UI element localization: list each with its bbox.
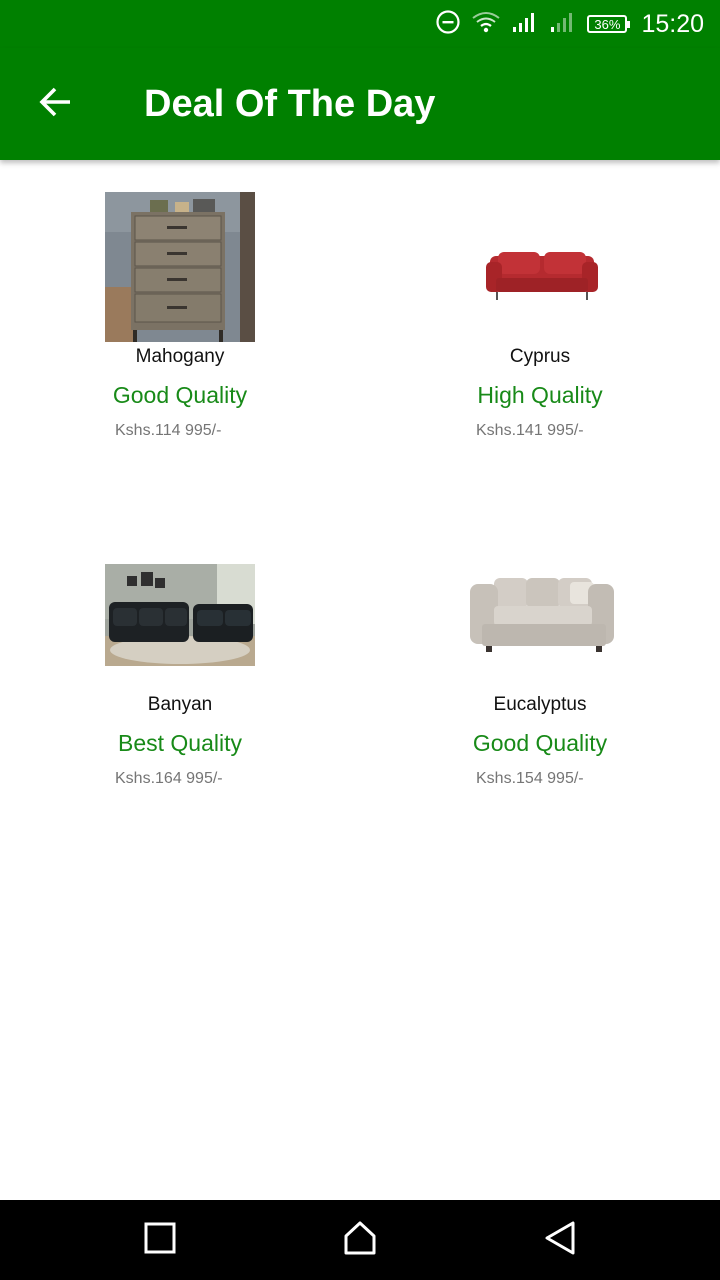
back-arrow-icon	[38, 84, 74, 125]
wifi-icon	[471, 9, 501, 40]
product-name: Eucalyptus	[493, 694, 587, 715]
product-image-leather-sofa-set	[105, 564, 255, 666]
product-price: Kshs.154 995/-	[476, 770, 584, 787]
back-triangle-icon	[542, 1220, 578, 1261]
status-icons: 36% 15:20	[435, 0, 704, 48]
product-card-banyan[interactable]: Banyan Best Quality Kshs.164 995/-	[0, 564, 360, 894]
product-card-mahogany[interactable]: Mahogany Good Quality Kshs.114 995/-	[0, 192, 360, 522]
product-quality: Good Quality	[472, 730, 608, 756]
page-title: Deal Of The Day	[144, 82, 436, 125]
signal-icon	[511, 11, 539, 38]
home-icon	[342, 1220, 378, 1261]
home-button[interactable]	[328, 1216, 392, 1264]
product-name: Mahogany	[135, 346, 225, 367]
product-card-cyprus[interactable]: Cyprus High Quality Kshs.141 995/-	[360, 192, 720, 522]
product-quality: High Quality	[477, 382, 603, 408]
product-image-red-sofa	[466, 192, 616, 342]
recents-button[interactable]	[128, 1216, 192, 1264]
screen: 36% 15:20 Deal Of The Day Mahogany Good …	[0, 0, 720, 1280]
battery-level: 36%	[594, 16, 621, 32]
product-price: Kshs.164 995/-	[115, 770, 223, 787]
battery-icon: 36%	[587, 15, 631, 33]
recents-icon	[143, 1221, 177, 1260]
product-quality: Best Quality	[118, 730, 242, 756]
dnd-icon	[435, 9, 461, 40]
signal-weak-icon	[549, 11, 577, 38]
status-bar: 36% 15:20	[0, 0, 720, 48]
back-button[interactable]	[24, 76, 88, 132]
navigation-bar	[0, 1200, 720, 1280]
app-bar: Deal Of The Day	[0, 48, 720, 160]
product-image-beige-sofa	[466, 564, 616, 666]
status-time: 15:20	[641, 9, 704, 38]
product-quality: Good Quality	[112, 382, 248, 408]
product-card-eucalyptus[interactable]: Eucalyptus Good Quality Kshs.154 995/-	[360, 564, 720, 894]
back-nav-button[interactable]	[528, 1216, 592, 1264]
product-name: Banyan	[147, 694, 213, 715]
product-name: Cyprus	[509, 346, 571, 367]
product-price: Kshs.141 995/-	[476, 422, 584, 439]
product-image-dresser	[105, 192, 255, 342]
product-price: Kshs.114 995/-	[115, 422, 222, 439]
